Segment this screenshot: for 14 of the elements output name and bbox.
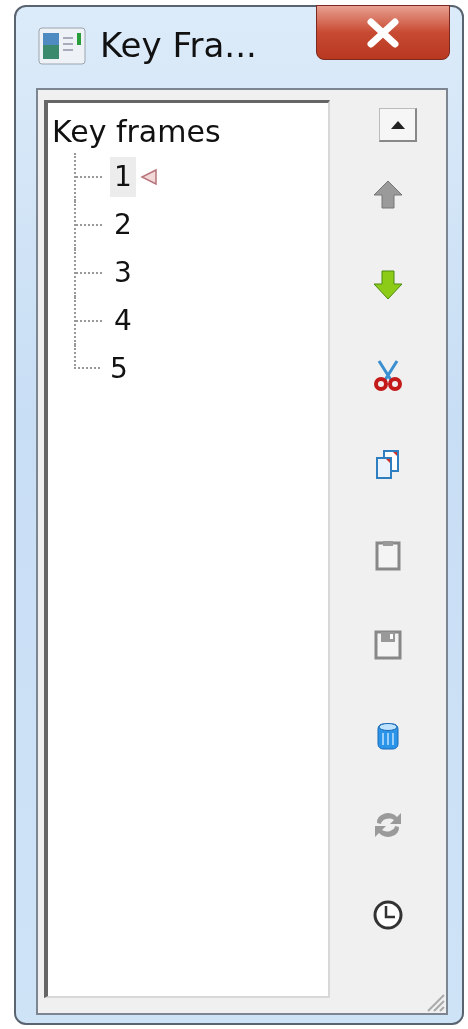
tree-root-label[interactable]: Key frames <box>52 113 221 151</box>
tree-item[interactable]: 4 <box>110 301 136 341</box>
tree-item[interactable]: 3 <box>110 253 136 293</box>
caret-up-icon <box>390 120 405 129</box>
close-button[interactable] <box>316 5 450 60</box>
scissors-icon[interactable] <box>371 358 405 392</box>
window-app-icon <box>38 27 86 65</box>
clock-icon[interactable] <box>371 898 405 932</box>
down-arrow-icon[interactable] <box>371 268 405 302</box>
window-title: Key Fra... <box>100 25 257 65</box>
scroll-up-button[interactable] <box>379 108 417 142</box>
tree-item[interactable]: 5 <box>106 349 132 389</box>
tree-item[interactable]: 1 <box>110 157 136 197</box>
tree-item[interactable]: 2 <box>110 205 136 245</box>
